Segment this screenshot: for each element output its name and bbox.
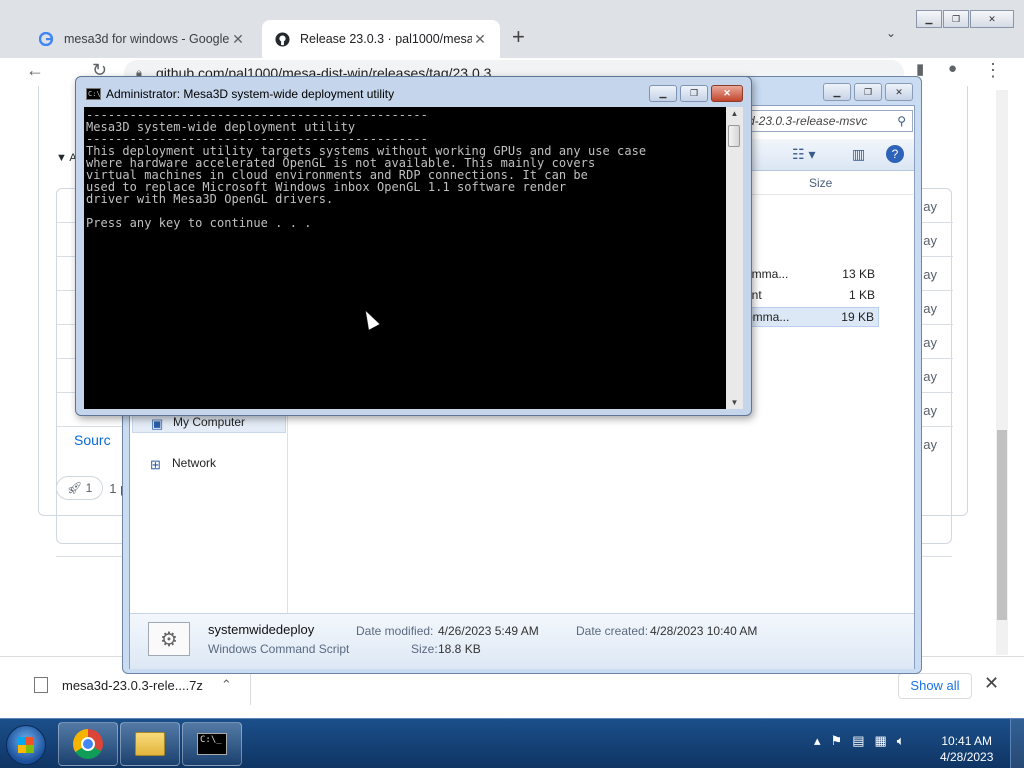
taskbar-chrome[interactable] xyxy=(58,722,118,766)
explorer-search-input[interactable]: d-23.0.3-release-msvc ⚲ xyxy=(741,110,913,132)
date-modified-value: 4/26/2023 5:49 AM xyxy=(438,624,539,638)
console-window: C:\ Administrator: Mesa3D system-wide de… xyxy=(75,76,752,416)
view-options-icon[interactable]: ☷ ▾ xyxy=(792,146,815,163)
taskbar-console[interactable]: C:\_ xyxy=(182,722,242,766)
minimize-icon[interactable]: ▁ xyxy=(649,85,677,102)
column-size[interactable]: Size xyxy=(809,176,832,190)
taskbar: C:\_ ▴ ⚑ ▤ ▦ 🔈︎ 10:41 AM 4/28/2023 xyxy=(0,718,1024,768)
date-created-label: Date created: xyxy=(576,624,649,638)
download-item[interactable]: mesa3d-23.0.3-rele....7z ⌃ xyxy=(34,677,232,693)
tab-title: Release 23.0.3 · pal1000/mesa-di xyxy=(300,32,472,46)
console-title: Administrator: Mesa3D system-wide deploy… xyxy=(106,87,395,101)
chevron-up-icon[interactable]: ⌃ xyxy=(221,677,232,693)
page-scrollbar[interactable] xyxy=(996,90,1008,655)
maximize-icon[interactable]: ❐ xyxy=(854,83,882,101)
console-icon: C:\_ xyxy=(197,733,227,755)
close-downloads-icon[interactable]: ✕ xyxy=(984,673,999,694)
device-icon[interactable]: ▤ xyxy=(852,733,864,749)
show-hidden-icons-icon[interactable]: ▴ xyxy=(814,733,821,749)
minimize-icon[interactable]: ▁ xyxy=(823,83,851,101)
scroll-thumb[interactable] xyxy=(997,430,1007,620)
scroll-down-icon[interactable]: ▼ xyxy=(726,398,743,407)
details-filename: systemwidedeploy xyxy=(208,622,315,637)
close-icon[interactable]: ✕ xyxy=(970,10,1014,28)
console-titlebar[interactable]: C:\ Administrator: Mesa3D system-wide de… xyxy=(76,77,751,107)
date-modified-label: Date modified: xyxy=(356,624,434,638)
file-icon xyxy=(34,677,48,693)
close-icon[interactable]: ✕ xyxy=(711,85,743,102)
reaction-button[interactable]: 🚀︎ 1 xyxy=(56,476,104,500)
tab-strip: mesa3d for windows - Google Se ✕ Release… xyxy=(0,0,1024,58)
console-icon: C:\ xyxy=(86,88,101,100)
file-row[interactable]: omma... 19 KB xyxy=(739,307,879,327)
search-icon[interactable]: ⚲ xyxy=(897,111,906,131)
menu-icon[interactable]: ⋮ xyxy=(984,60,1002,81)
console-output[interactable]: ----------------------------------------… xyxy=(84,107,726,409)
file-row[interactable]: ent 1 KB xyxy=(739,286,879,306)
divider xyxy=(250,669,251,705)
console-scrollbar[interactable]: ▲ ▼ xyxy=(726,107,743,409)
assets-toggle-icon[interactable]: ▼ A xyxy=(56,152,77,164)
chrome-window-controls: ▁ ❐ ✕ xyxy=(915,10,1014,28)
script-file-icon: ⚙ xyxy=(148,622,190,656)
network-tray-icon[interactable]: ▦ xyxy=(874,733,886,749)
tab-search-chevron-icon[interactable]: ⌄ xyxy=(886,26,896,40)
taskbar-explorer[interactable] xyxy=(120,722,180,766)
reactions-bar: 🚀︎ 1 1 p xyxy=(56,476,127,500)
download-filename: mesa3d-23.0.3-rele....7z xyxy=(62,677,203,693)
clock[interactable]: 10:41 AM 4/28/2023 xyxy=(940,733,993,765)
help-icon[interactable]: ? xyxy=(886,145,904,163)
action-center-icon[interactable]: ⚑ xyxy=(831,733,843,749)
show-desktop-button[interactable] xyxy=(1010,719,1024,768)
minimize-icon[interactable]: ▁ xyxy=(916,10,942,28)
close-tab-icon[interactable]: ✕ xyxy=(230,31,246,48)
explorer-window-controls: ▁ ❐ ✕ xyxy=(823,83,913,101)
profile-icon[interactable]: ● xyxy=(948,60,957,77)
folder-icon xyxy=(135,732,165,756)
details-pane: ⚙ systemwidedeploy Windows Command Scrip… xyxy=(130,613,914,669)
scroll-thumb[interactable] xyxy=(728,125,740,147)
scroll-up-icon[interactable]: ▲ xyxy=(726,109,743,118)
volume-icon[interactable]: 🔈︎ xyxy=(897,733,905,749)
preview-pane-icon[interactable]: ▥ xyxy=(852,146,865,163)
tab-github-release[interactable]: Release 23.0.3 · pal1000/mesa-di ✕ xyxy=(262,20,500,58)
details-filetype: Windows Command Script xyxy=(208,642,350,656)
source-code-link[interactable]: Sourc xyxy=(74,432,111,448)
tab-google-search[interactable]: mesa3d for windows - Google Se ✕ xyxy=(26,20,258,58)
console-text: ----------------------------------------… xyxy=(86,108,647,230)
file-row[interactable]: omma... 13 KB xyxy=(739,265,879,285)
network-icon: ⊞ xyxy=(150,457,161,472)
github-icon xyxy=(274,31,290,47)
start-button[interactable] xyxy=(6,725,46,765)
nav-item-network[interactable]: ⊞ Network xyxy=(132,453,286,475)
clock-time: 10:41 AM xyxy=(941,734,993,748)
new-tab-icon[interactable]: + xyxy=(512,24,525,50)
chrome-icon xyxy=(73,729,103,759)
back-arrow-icon[interactable]: ← xyxy=(26,60,44,81)
size-value: 18.8 KB xyxy=(438,642,481,656)
close-tab-icon[interactable]: ✕ xyxy=(472,31,488,48)
maximize-icon[interactable]: ❐ xyxy=(943,10,969,28)
console-window-controls: ▁ ❐ ✕ xyxy=(649,85,743,102)
maximize-icon[interactable]: ❐ xyxy=(680,85,708,102)
system-tray: ▴ ⚑ ▤ ▦ 🔈︎ xyxy=(814,733,905,749)
google-icon xyxy=(38,31,54,47)
show-all-button[interactable]: Show all xyxy=(898,673,972,699)
size-label: Size: xyxy=(411,642,438,656)
date-created-value: 4/28/2023 10:40 AM xyxy=(650,624,758,638)
close-icon[interactable]: ✕ xyxy=(885,83,913,101)
tab-title: mesa3d for windows - Google Se xyxy=(64,32,230,46)
computer-icon: ▣ xyxy=(151,416,164,431)
clock-date: 4/28/2023 xyxy=(940,750,994,764)
